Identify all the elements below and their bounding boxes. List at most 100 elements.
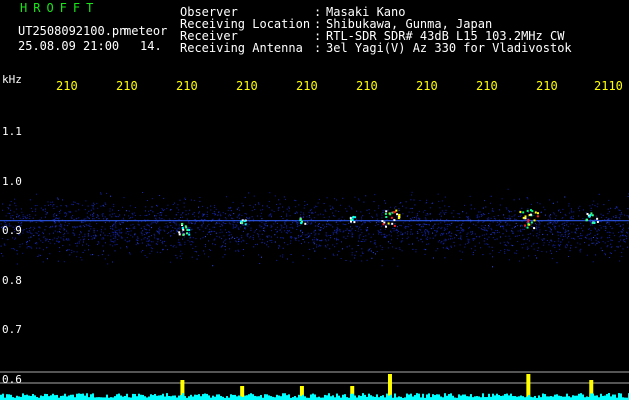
noise-pixel — [413, 199, 415, 201]
noise-pixel — [153, 237, 155, 239]
noise-pixel — [363, 236, 365, 237]
noise-pixel — [72, 232, 74, 234]
noise-pixel — [579, 249, 581, 251]
noise-pixel — [216, 222, 218, 224]
noise-pixel — [497, 215, 499, 217]
noise-pixel — [326, 226, 327, 228]
noise-pixel — [232, 218, 234, 220]
noise-pixel — [314, 211, 316, 213]
noise-pixel — [540, 212, 542, 214]
noise-pixel — [544, 225, 546, 227]
noise-pixel — [520, 213, 522, 215]
noise-pixel — [253, 195, 255, 197]
noise-pixel — [580, 238, 582, 240]
level-bar — [266, 394, 268, 400]
noise-pixel — [468, 217, 470, 219]
noise-pixel — [57, 218, 59, 220]
noise-pixel — [109, 244, 111, 246]
noise-pixel — [115, 227, 117, 229]
noise-pixel — [182, 216, 183, 218]
noise-pixel — [299, 216, 301, 218]
noise-pixel — [313, 243, 315, 245]
noise-pixel — [178, 218, 180, 220]
noise-pixel — [339, 204, 341, 206]
noise-pixel — [112, 229, 114, 230]
noise-pixel — [482, 221, 484, 223]
noise-pixel — [608, 211, 610, 213]
level-bar — [440, 396, 442, 400]
level-bar — [22, 393, 24, 400]
noise-pixel — [170, 225, 172, 227]
noise-pixel — [286, 215, 288, 217]
noise-pixel — [491, 208, 493, 210]
noise-pixel — [626, 215, 628, 217]
noise-pixel — [551, 240, 553, 242]
noise-pixel — [567, 234, 569, 236]
x-tick: 210 — [416, 80, 438, 92]
noise-pixel — [236, 208, 238, 210]
noise-pixel — [111, 231, 113, 233]
noise-pixel — [333, 255, 335, 256]
noise-pixel — [449, 224, 451, 226]
noise-pixel — [219, 222, 221, 224]
noise-pixel — [361, 251, 363, 253]
noise-pixel — [190, 244, 192, 246]
level-bar — [142, 394, 144, 400]
level-bar — [90, 394, 92, 400]
noise-pixel — [97, 243, 99, 245]
echo-pixel — [353, 221, 356, 224]
noise-pixel — [90, 254, 92, 256]
noise-pixel — [508, 211, 510, 213]
noise-pixel — [207, 211, 208, 213]
noise-pixel — [167, 249, 169, 251]
noise-pixel — [237, 227, 239, 229]
noise-pixel — [335, 210, 337, 212]
level-bar — [546, 396, 548, 400]
noise-pixel — [132, 223, 134, 225]
noise-pixel — [238, 239, 240, 240]
echo-pixel — [300, 221, 303, 224]
noise-pixel — [150, 241, 152, 243]
noise-pixel — [318, 223, 320, 224]
noise-pixel — [396, 216, 398, 218]
noise-pixel — [148, 244, 150, 246]
noise-pixel — [56, 240, 58, 242]
noise-pixel — [308, 211, 310, 213]
noise-pixel — [80, 231, 81, 233]
noise-pixel — [536, 242, 538, 244]
noise-pixel — [19, 217, 21, 219]
noise-pixel — [13, 249, 15, 251]
noise-pixel — [499, 204, 501, 206]
noise-pixel — [460, 227, 462, 229]
noise-pixel — [566, 224, 567, 226]
level-bar — [544, 394, 546, 400]
noise-pixel — [508, 217, 510, 219]
noise-pixel — [406, 226, 408, 228]
noise-pixel — [323, 216, 325, 218]
noise-pixel — [603, 204, 605, 206]
noise-pixel — [46, 212, 48, 214]
noise-pixel — [114, 221, 116, 223]
noise-pixel — [47, 204, 49, 206]
noise-pixel — [413, 217, 415, 218]
noise-pixel — [614, 250, 616, 252]
noise-pixel — [195, 246, 197, 248]
echo-layer — [178, 209, 599, 236]
noise-pixel — [126, 227, 128, 229]
noise-pixel — [268, 215, 270, 217]
noise-pixel — [290, 236, 291, 238]
noise-pixel — [527, 217, 529, 219]
noise-pixel — [591, 224, 593, 226]
noise-pixel — [121, 221, 123, 223]
noise-pixel — [93, 230, 95, 232]
noise-pixel — [343, 224, 345, 225]
noise-pixel — [554, 227, 556, 229]
echo-pixel — [537, 212, 539, 215]
noise-pixel — [615, 216, 617, 218]
noise-pixel — [101, 214, 103, 216]
noise-pixel — [351, 228, 353, 230]
noise-pixel — [29, 231, 31, 233]
noise-pixel — [199, 221, 201, 223]
noise-pixel — [504, 249, 506, 251]
noise-pixel — [44, 208, 46, 210]
